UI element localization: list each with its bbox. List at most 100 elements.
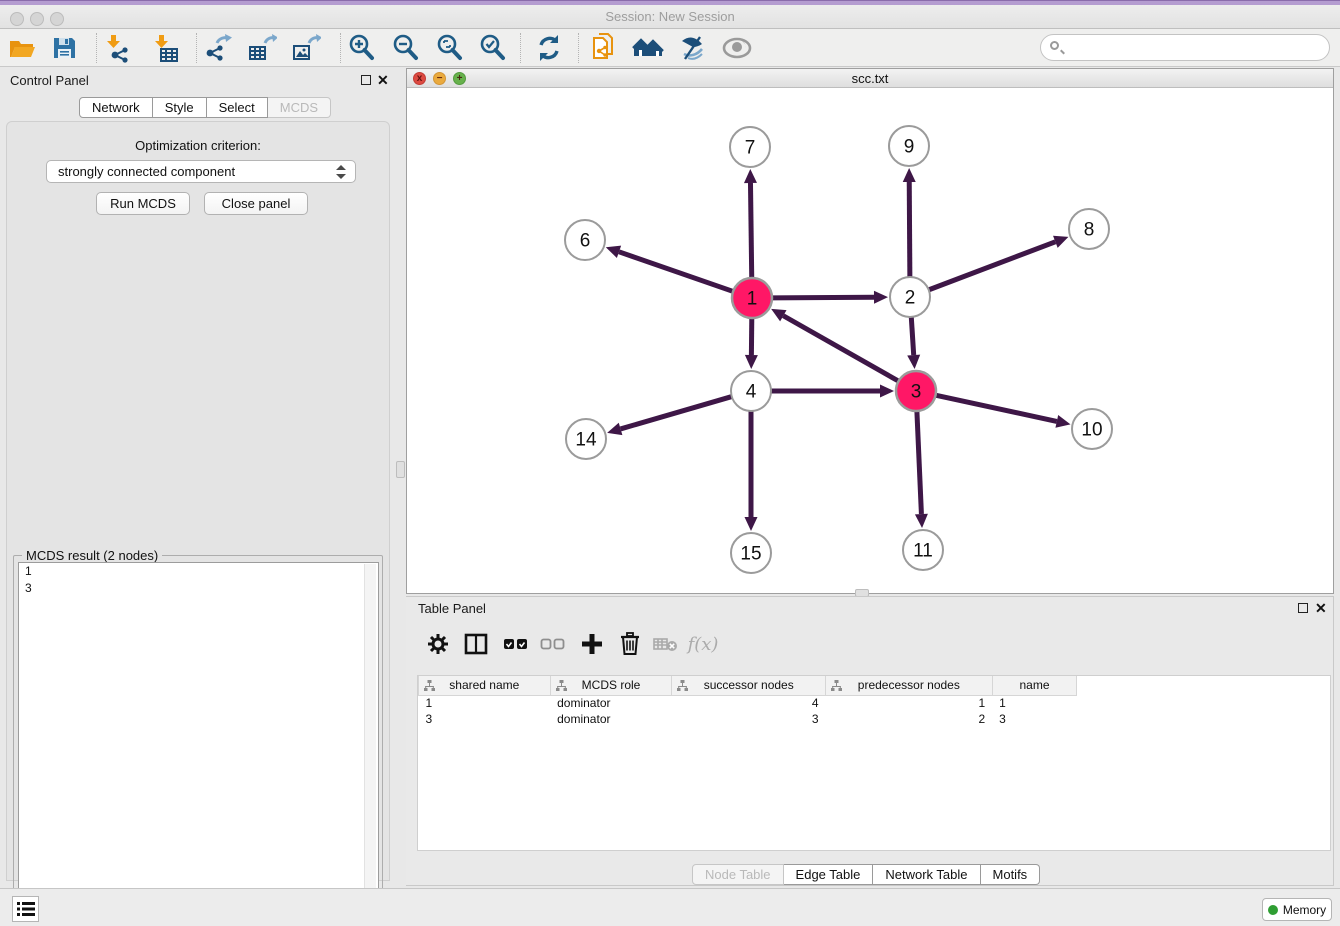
column-header-filler: [1077, 676, 1330, 695]
close-panel-icon[interactable]: ✕: [377, 75, 389, 85]
column-header-label: MCDS role: [551, 678, 672, 692]
optimization-criterion-label: Optimization criterion:: [7, 138, 389, 153]
graph-edge-2-8[interactable]: [929, 242, 1056, 290]
tab-mcds[interactable]: MCDS: [268, 97, 331, 118]
cell-predecessor_nodes[interactable]: 1: [826, 695, 993, 711]
export-table-icon[interactable]: [246, 32, 278, 64]
result-item[interactable]: 3: [19, 580, 378, 597]
table-row[interactable]: 1dominator411: [419, 695, 1331, 711]
cell-mcds_role[interactable]: dominator: [550, 695, 672, 711]
network-window-title: scc.txt: [407, 71, 1333, 86]
run-mcds-button[interactable]: Run MCDS: [96, 192, 190, 215]
graph-edge-3-1[interactable]: [783, 316, 898, 381]
delete-row-icon[interactable]: [615, 629, 645, 659]
list-icon: [17, 901, 35, 917]
result-item[interactable]: 1: [19, 563, 378, 580]
graph-edge-arrowhead: [915, 514, 928, 528]
result-scrollbar[interactable]: [364, 564, 376, 917]
zoom-fit-icon[interactable]: [434, 32, 466, 64]
save-session-icon[interactable]: [48, 32, 80, 64]
graph-edge-1-2[interactable]: [772, 297, 874, 298]
task-history-button[interactable]: [12, 896, 39, 922]
graph-edge-2-3[interactable]: [911, 317, 913, 355]
add-row-icon[interactable]: [577, 629, 607, 659]
cell-shared_name[interactable]: 1: [419, 695, 551, 711]
network-graph[interactable]: 7968124314101511: [407, 88, 1333, 593]
search-input[interactable]: [1067, 37, 1322, 58]
graph-edge-3-10[interactable]: [936, 395, 1057, 421]
cell-predecessor_nodes[interactable]: 2: [826, 711, 993, 727]
cell-successor_nodes[interactable]: 4: [672, 695, 826, 711]
column-header-mcds_role[interactable]: MCDS role: [550, 676, 672, 695]
memory-button[interactable]: Memory: [1262, 898, 1332, 921]
table-row[interactable]: 3dominator323: [419, 711, 1331, 727]
import-table-icon[interactable]: [150, 32, 182, 64]
tab-network[interactable]: Network: [79, 97, 153, 118]
column-layout-icon[interactable]: [461, 629, 491, 659]
node-table[interactable]: shared nameMCDS rolesuccessor nodesprede…: [417, 675, 1331, 851]
cell-shared_name[interactable]: 3: [419, 711, 551, 727]
optimization-criterion-select[interactable]: strongly connected component: [46, 160, 356, 183]
table-panel-title: Table Panel: [418, 601, 486, 616]
graph-node-label: 15: [740, 544, 761, 565]
function-builder-icon[interactable]: f(x): [688, 629, 718, 659]
tab-node-table[interactable]: Node Table: [692, 864, 784, 885]
cell-name[interactable]: 1: [992, 695, 1077, 711]
close-panel-button[interactable]: Close panel: [204, 192, 308, 215]
tab-style[interactable]: Style: [153, 97, 207, 118]
duplicate-network-icon[interactable]: [588, 32, 620, 64]
tab-motifs[interactable]: Motifs: [981, 864, 1041, 885]
status-bar: Memory: [0, 888, 1340, 926]
column-header-shared_name[interactable]: shared name: [419, 676, 551, 695]
graph-edge-3-11[interactable]: [917, 411, 922, 514]
graph-edge-1-6[interactable]: [619, 252, 733, 292]
graph-edge-2-9[interactable]: [909, 182, 910, 277]
select-all-checkboxes-icon[interactable]: [501, 629, 531, 659]
network-window-titlebar[interactable]: x − + scc.txt: [407, 69, 1333, 88]
zoom-in-icon[interactable]: [346, 32, 378, 64]
graph-edge-4-14[interactable]: [621, 397, 732, 429]
vertical-splitter-handle[interactable]: [396, 461, 405, 478]
graph-edge-1-7[interactable]: [750, 183, 751, 278]
tab-network-table[interactable]: Network Table: [873, 864, 980, 885]
network-view-window: x − + scc.txt 7968124314101511: [406, 68, 1334, 594]
delete-table-icon[interactable]: [651, 629, 681, 659]
float-panel-icon[interactable]: [361, 75, 371, 85]
column-header-label: name: [993, 678, 1077, 692]
graph-node-label: 10: [1081, 420, 1102, 441]
mcds-result-list[interactable]: 1 3: [18, 562, 379, 919]
cell-name[interactable]: 3: [992, 711, 1077, 727]
column-header-successor_nodes[interactable]: successor nodes: [672, 676, 826, 695]
close-table-panel-icon[interactable]: ✕: [1315, 603, 1327, 613]
search-box[interactable]: [1040, 34, 1330, 61]
table-panel: Table Panel ✕: [406, 596, 1334, 886]
column-settings-icon[interactable]: [423, 629, 453, 659]
cell-mcds_role[interactable]: dominator: [550, 711, 672, 727]
toolbar-separator: [96, 33, 97, 63]
import-network-icon[interactable]: [102, 32, 134, 64]
graph-node-label: 9: [904, 137, 915, 158]
open-session-icon[interactable]: [6, 32, 38, 64]
deselect-all-checkboxes-icon[interactable]: [538, 629, 568, 659]
column-header-predecessor_nodes[interactable]: predecessor nodes: [826, 676, 993, 695]
export-network-icon[interactable]: [202, 32, 234, 64]
hide-panel-icon[interactable]: [676, 32, 708, 64]
tab-select[interactable]: Select: [207, 97, 268, 118]
tab-edge-table[interactable]: Edge Table: [784, 864, 874, 885]
refresh-layout-icon[interactable]: [533, 32, 565, 64]
graph-node-label: 8: [1084, 220, 1095, 241]
show-all-networks-icon[interactable]: [632, 32, 664, 64]
toolbar-separator: [520, 33, 521, 63]
memory-status-icon: [1268, 905, 1278, 915]
export-image-icon[interactable]: [290, 32, 322, 64]
graph-node-label: 3: [911, 382, 922, 403]
column-tree-icon: [424, 680, 435, 691]
titlebar: Session: New Session: [0, 5, 1340, 29]
show-graphics-details-icon[interactable]: [721, 32, 753, 64]
zoom-out-icon[interactable]: [390, 32, 422, 64]
zoom-selected-icon[interactable]: [477, 32, 509, 64]
float-table-panel-icon[interactable]: [1298, 603, 1308, 613]
graph-edge-arrowhead: [1053, 236, 1068, 248]
column-header-name[interactable]: name: [992, 676, 1077, 695]
cell-successor_nodes[interactable]: 3: [672, 711, 826, 727]
